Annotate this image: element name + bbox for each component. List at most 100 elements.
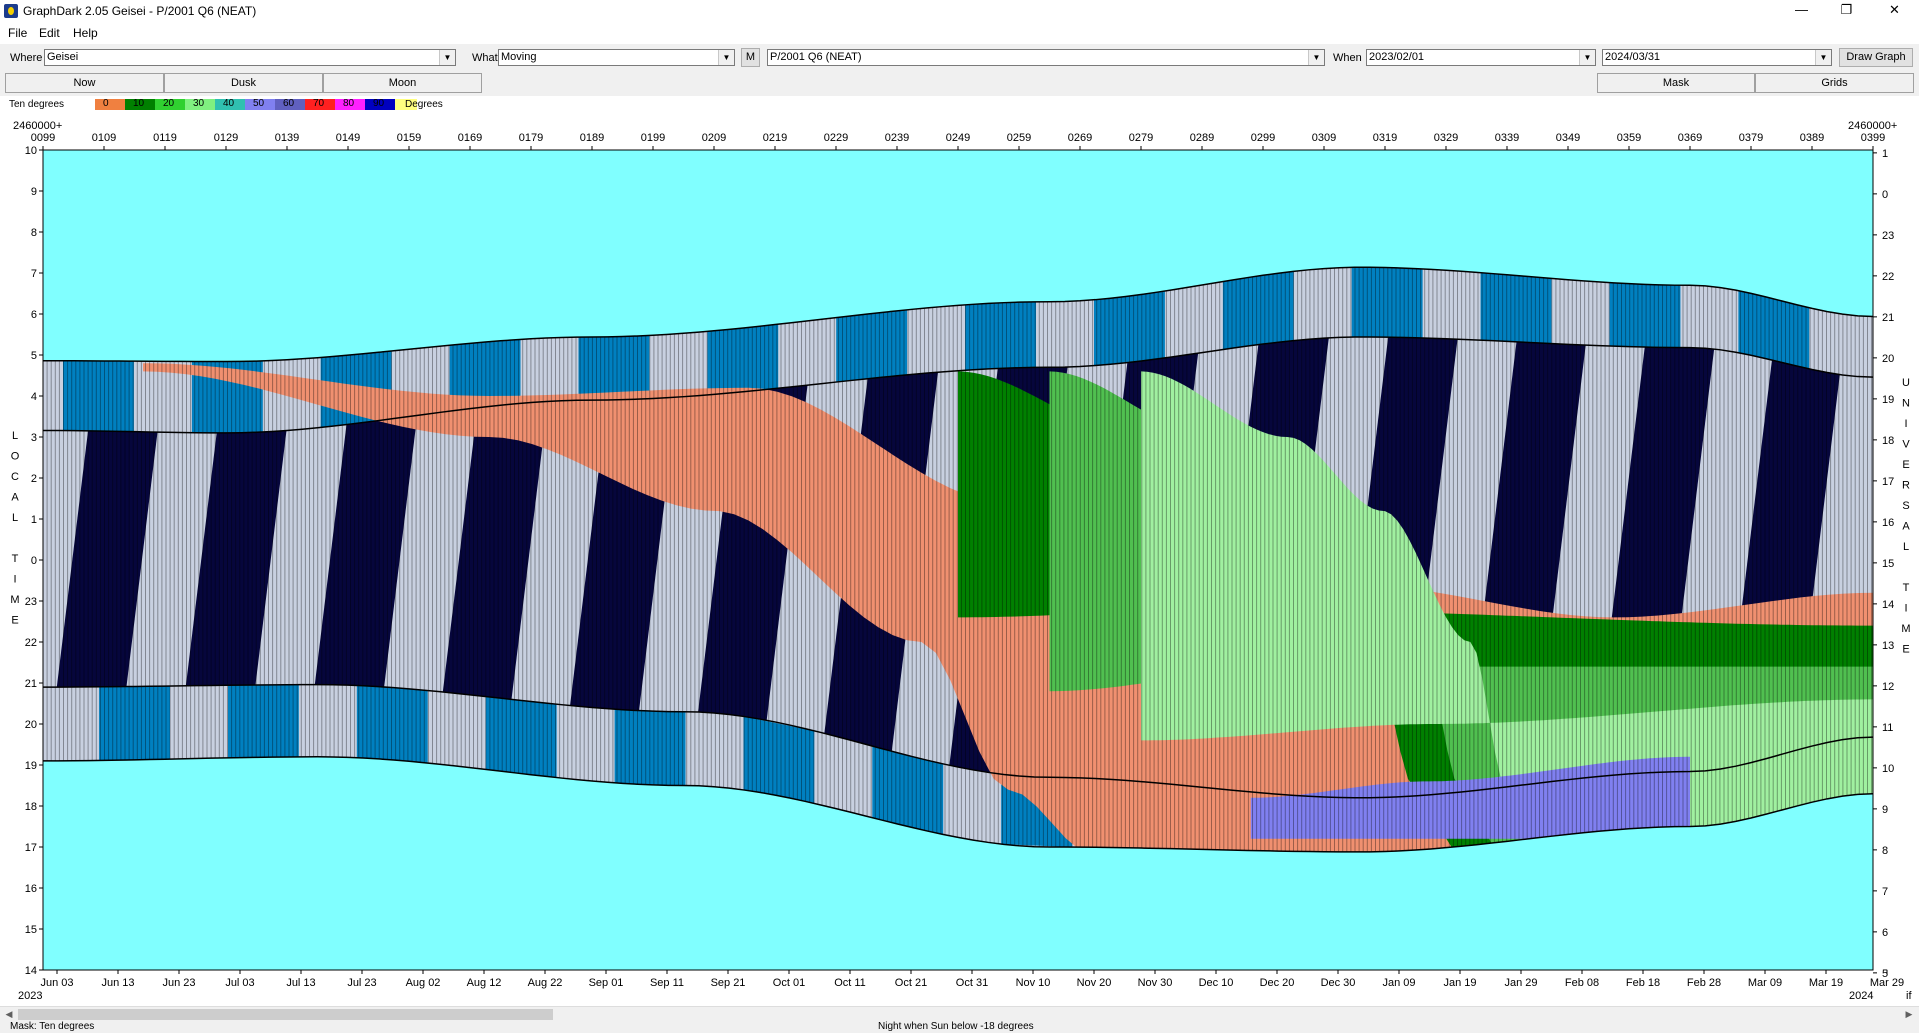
local-time-tick-label: 16 — [25, 883, 37, 895]
tab-now[interactable]: Now — [5, 73, 164, 93]
darkness-graph[interactable]: 0099 0109 0119 0129 0139 0149 0159 0169 0179 0189… — [0, 112, 1919, 1006]
minimize-button[interactable]: — — [1779, 0, 1824, 22]
tab-mask[interactable]: Mask — [1597, 73, 1755, 93]
year-right: 2024 — [1849, 990, 1873, 1002]
jd-tick-label: 0209 — [702, 132, 726, 144]
menu-file[interactable]: File — [8, 26, 27, 40]
close-button[interactable]: ✕ — [1872, 0, 1917, 22]
local-time-tick-label: 15 — [25, 924, 37, 936]
date-tick-label: Aug 12 — [467, 977, 502, 989]
start-date-value: 2023/02/01 — [1369, 51, 1425, 63]
legend-bar: Ten degrees 0 10 20 30 40 50 60 70 80 90 Degrees — [0, 96, 1919, 112]
m-button[interactable]: M — [741, 48, 760, 67]
local-time-tick-label: 14 — [25, 965, 37, 977]
tab-dusk[interactable]: Dusk — [164, 73, 323, 93]
universal-time-axis-letter: E — [1902, 459, 1909, 471]
menu-help[interactable]: Help — [73, 26, 98, 40]
legend-swatch-value: 20 — [163, 98, 175, 109]
universal-time-axis-letter: R — [1902, 480, 1910, 492]
local-time-tick-label: 21 — [25, 678, 37, 690]
local-time-tick-label: 20 — [25, 719, 37, 731]
jd-tick-label: 0149 — [336, 132, 360, 144]
date-tick-label: Jul 13 — [286, 977, 315, 989]
start-date-select[interactable]: 2023/02/01 ▼ — [1366, 49, 1596, 66]
chevron-down-icon[interactable]: ▼ — [439, 50, 455, 65]
universal-time-tick-label: 12 — [1882, 681, 1894, 693]
universal-time-axis-letter: S — [1902, 500, 1909, 512]
where-select[interactable]: Geisei ▼ — [44, 49, 456, 66]
twilight-moonless-block — [356, 685, 428, 763]
when-label: When — [1333, 52, 1362, 64]
what-label: What — [472, 52, 498, 64]
twilight-moonless-block — [99, 686, 170, 761]
date-tick-label: Dec 10 — [1199, 977, 1234, 989]
scroll-thumb[interactable] — [18, 1009, 553, 1020]
tab-moon[interactable]: Moon — [323, 73, 482, 93]
universal-time-tick-label: 19 — [1882, 394, 1894, 406]
maximize-button[interactable]: ❐ — [1824, 0, 1869, 22]
end-date-select[interactable]: 2024/03/31 ▼ — [1602, 49, 1832, 66]
legend-swatch: 60 — [275, 98, 305, 110]
date-tick-label: Jul 23 — [347, 977, 376, 989]
twilight-moonless-block — [63, 360, 134, 432]
universal-time-tick-label: 13 — [1882, 640, 1894, 652]
local-time-tick-label: 4 — [31, 391, 37, 403]
draw-graph-button[interactable]: Draw Graph — [1839, 48, 1913, 67]
universal-time-tick-label: 11 — [1882, 722, 1893, 734]
local-time-tick-label: 2 — [31, 473, 37, 485]
chevron-down-icon[interactable]: ▼ — [1308, 50, 1324, 65]
jd-tick-label: 0219 — [763, 132, 787, 144]
legend-swatch-value: 60 — [283, 98, 295, 109]
jd-tick-label: 0189 — [580, 132, 604, 144]
local-time-axis-letter: L — [12, 430, 18, 442]
menu-edit[interactable]: Edit — [39, 26, 60, 40]
chevron-down-icon[interactable]: ▼ — [1579, 50, 1595, 65]
where-value: Geisei — [47, 51, 79, 63]
local-time-axis-letter: I — [13, 574, 16, 586]
universal-time-tick-label: 9 — [1882, 804, 1888, 816]
universal-time-axis-letter: U — [1902, 377, 1910, 389]
legend-swatch: 70 — [305, 98, 335, 110]
tab-grids[interactable]: Grids — [1755, 73, 1914, 93]
window-title: GraphDark 2.05 Geisei - P/2001 Q6 (NEAT) — [23, 4, 257, 18]
twilight-moonless-block — [228, 684, 299, 758]
universal-time-tick-label: 10 — [1882, 763, 1894, 775]
what-select[interactable]: Moving ▼ — [498, 49, 735, 66]
twilight-moonless-block — [578, 335, 650, 401]
universal-time-tick-label: 17 — [1882, 476, 1894, 488]
universal-time-axis-letter: M — [1901, 623, 1910, 635]
legend-swatch: 80 — [335, 98, 365, 110]
local-time-tick-label: 0 — [31, 555, 37, 567]
jd-tick-label: 0299 — [1251, 132, 1275, 144]
date-tick-label: Jul 03 — [225, 977, 254, 989]
twilight-moonless-block — [1480, 272, 1552, 344]
date-tick-label: Feb 08 — [1565, 977, 1599, 989]
jd-tick-label: 0159 — [397, 132, 421, 144]
jd-tick-label: 0259 — [1007, 132, 1031, 144]
jd-tick-label: 0309 — [1312, 132, 1336, 144]
what-value: Moving — [501, 51, 537, 63]
legend-swatch: 30 — [185, 98, 215, 110]
date-tick-label: Jun 23 — [162, 977, 195, 989]
universal-time-axis-letter: I — [1904, 603, 1907, 615]
universal-time-axis-letter: V — [1902, 439, 1910, 451]
object-select[interactable]: P/2001 Q6 (NEAT) ▼ — [767, 49, 1325, 66]
local-time-axis-letter: A — [11, 492, 19, 504]
chevron-down-icon[interactable]: ▼ — [718, 50, 734, 65]
twilight-moonless-block — [707, 324, 779, 395]
date-tick-label: Aug 02 — [406, 977, 441, 989]
jd-tick-label: 0339 — [1495, 132, 1519, 144]
jd-tick-label: 0129 — [214, 132, 238, 144]
universal-time-axis-letter: E — [1902, 644, 1909, 656]
scroll-left-icon[interactable]: ◀ — [1, 1008, 17, 1021]
universal-time-tick-label: 18 — [1882, 435, 1894, 447]
jd-tick-label: 0239 — [885, 132, 909, 144]
local-time-axis-letter: L — [12, 512, 18, 524]
date-tick-label: Dec 30 — [1321, 977, 1356, 989]
date-tick-label: Oct 21 — [895, 977, 927, 989]
scroll-right-icon[interactable]: ▶ — [1901, 1008, 1917, 1021]
legend-swatch-value: 70 — [313, 98, 325, 109]
horizontal-scrollbar[interactable]: ◀ ▶ — [0, 1006, 1919, 1022]
chevron-down-icon[interactable]: ▼ — [1815, 50, 1831, 65]
local-time-tick-label: 3 — [31, 432, 37, 444]
